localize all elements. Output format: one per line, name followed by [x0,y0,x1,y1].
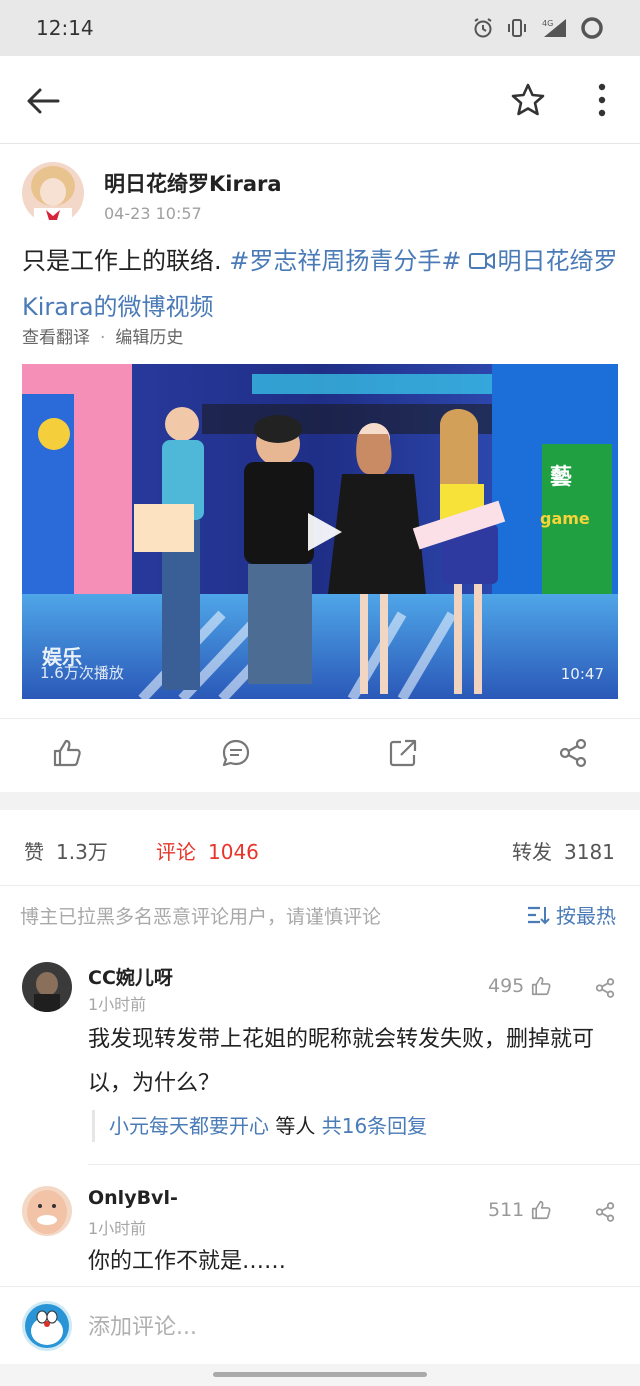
svg-text:藝: 藝 [550,465,572,490]
post-time: 04-23 10:57 [104,204,202,223]
comment-text: 我发现转发带上花姐的昵称就会转发失败，删掉就可以，为什么？ [88,1027,595,1096]
tab-likes[interactable]: 赞 1.3万 [24,836,108,865]
action-row [0,718,640,790]
commenter-name[interactable]: OnlyBvl- [88,1187,178,1209]
comment-notice: 博主已拉黑多名恶意评论用户，请谨慎评论 [20,906,382,928]
comment-bubble-icon[interactable] [220,737,252,769]
reply-user-link[interactable]: 小元每天都要开心 [109,1114,269,1138]
reply-count-link[interactable]: 共16条回复 [322,1114,427,1138]
meta-separator: · [100,328,106,348]
comment-like-count: 511 [488,1199,525,1221]
tab-reposts-label: 转发 [512,840,552,864]
top-nav [0,56,640,144]
comment-time: 1小时前 [88,995,147,1014]
thumbs-up-icon [532,976,551,996]
signal-icon: 4G [542,19,566,37]
tab-comments-label: 评论 [156,840,196,864]
post-meta: 查看翻译 · 编辑历史 [22,323,183,348]
repost-icon[interactable] [387,737,419,769]
author-name[interactable]: 明日花绮罗Kirara [104,168,282,198]
play-icon[interactable] [302,509,346,555]
battery-ring-icon [581,17,603,39]
commenter-avatar[interactable] [22,962,72,1012]
tab-reposts[interactable]: 转发 3181 [512,836,615,865]
hashtag-link[interactable]: #罗志祥周扬青分手# [229,247,461,275]
sort-icon [528,906,550,924]
star-icon[interactable] [510,82,546,118]
tab-comments[interactable]: 评论 1046 [156,836,259,865]
comment-input-bar [0,1286,640,1364]
comment-divider [88,1164,640,1165]
network-label: 4G [542,19,553,28]
status-icons: 4G [472,16,604,40]
svg-text:game: game [540,509,590,528]
tab-comments-count: 1046 [208,840,259,864]
alarm-icon [474,18,492,38]
commenter-name[interactable]: CC婉儿呀 [88,963,173,990]
home-indicator[interactable] [213,1372,427,1377]
post-text-plain: 只是工作上的联络. [22,247,230,275]
status-time: 12:14 [36,16,94,40]
comment-like-count: 495 [488,975,525,997]
comment-item: CC婉儿呀 1小时前 495 我发现转发带上花姐的昵称就会转发失败，删掉就可以，… [0,960,640,1166]
comment-replies[interactable]: 小元每天都要开心 等人 共16条回复 [92,1110,427,1142]
thumbs-up-icon[interactable] [51,737,83,769]
vibrate-icon [508,19,526,37]
share-icon[interactable] [594,1201,616,1223]
video-duration: 10:47 [560,665,604,683]
status-bar: 12:14 4G [0,0,640,56]
comment-time: 1小时前 [88,1219,147,1238]
thumbs-up-icon [532,1200,551,1220]
my-avatar [22,1301,72,1351]
tab-reposts-count: 3181 [564,840,615,864]
section-separator [0,792,640,810]
comment-item: OnlyBvl- 1小时前 511 你的工作不就是…… [0,1184,640,1284]
sort-label: 按最热 [556,904,616,928]
comment-input[interactable] [88,1309,608,1345]
comment-like-button[interactable]: 511 [488,1199,552,1221]
post-text: 只是工作上的联络. #罗志祥周扬青分手# 明日花绮罗Kirara的微博视频 [22,238,622,330]
share-icon[interactable] [594,977,616,999]
sort-button[interactable]: 按最热 [526,900,616,929]
stats-tabs: 赞 1.3万 评论 1046 转发 3181 [0,810,640,886]
commenter-avatar[interactable] [22,1186,72,1236]
edit-history-link[interactable]: 编辑历史 [115,328,183,348]
gesture-bar [0,1364,640,1386]
comment-text: 你的工作不就是…… [88,1249,287,1274]
back-arrow-icon[interactable] [24,82,62,120]
tab-likes-count: 1.3万 [56,840,108,864]
translate-link[interactable]: 查看翻译 [22,328,90,348]
post-header: 明日花绮罗Kirara 04-23 10:57 [22,162,622,226]
more-vertical-icon[interactable] [588,82,616,118]
video-camera-icon [469,253,496,269]
author-avatar[interactable] [22,162,84,224]
comment-like-button[interactable]: 495 [488,975,552,997]
video-player[interactable]: 藝 game 娱乐 1.6万次播放 10:47 [22,364,618,699]
share-icon[interactable] [557,737,589,769]
tab-likes-label: 赞 [24,840,44,864]
video-view-count: 1.6万次播放 [40,664,124,682]
reply-mid-text: 等人 [269,1114,322,1138]
